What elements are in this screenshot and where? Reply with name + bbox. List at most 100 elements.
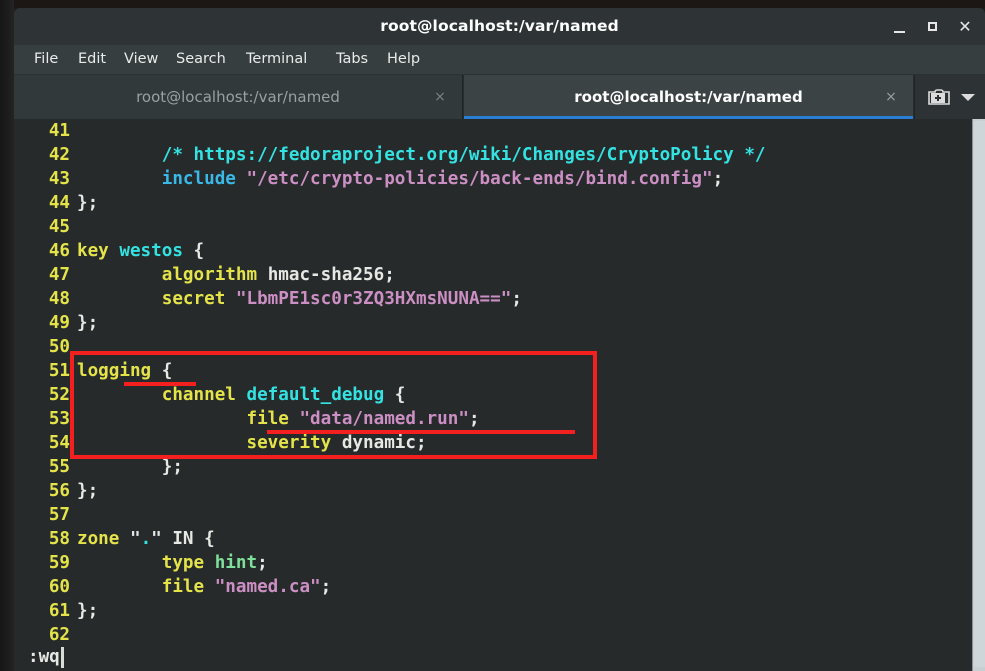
line-number: 57 <box>48 505 70 525</box>
editor-line: 53 file "data/named.run"; <box>14 407 972 431</box>
line-content: secret "LbmPE1sc0r3ZQ3HXmsNUNA=="; <box>77 287 522 311</box>
code-token: { <box>182 241 205 261</box>
line-content: include "/etc/crypto-policies/back-ends/… <box>77 167 723 191</box>
code-token: }; <box>161 457 183 477</box>
caret-down-glyph <box>961 94 975 101</box>
line-number: 56 <box>48 481 70 501</box>
line-content: severity dynamic; <box>77 431 426 455</box>
line-content: }; <box>77 191 98 215</box>
code-token: ; <box>257 553 268 573</box>
code-token: { <box>151 361 173 381</box>
code-token: "named.ca" <box>214 577 321 597</box>
window-title: root@localhost:/var/named <box>380 17 619 35</box>
line-number: 58 <box>48 529 70 549</box>
minimize-icon <box>893 31 905 33</box>
tab-inactive-0[interactable]: root@localhost:/var/named × <box>14 75 463 119</box>
menu-help[interactable]: Help <box>380 45 427 74</box>
code-token: severity <box>246 433 342 453</box>
code-token: ; <box>712 169 724 189</box>
code-token: key <box>77 241 120 261</box>
line-number: 55 <box>48 457 70 477</box>
tab-label: root@localhost:/var/named <box>574 88 803 106</box>
window-shadow-left <box>0 0 14 671</box>
line-content: type hint; <box>77 551 268 575</box>
line-content: /* https://fedoraproject.org/wiki/Change… <box>77 143 766 167</box>
new-tab-icon[interactable] <box>925 85 951 109</box>
line-number: 44 <box>48 193 70 213</box>
editor-line: 60 file "named.ca"; <box>14 575 972 599</box>
code-token: file <box>246 409 300 429</box>
editor-line: 57 <box>14 503 972 527</box>
tab-active-1[interactable]: root@localhost:/var/named × <box>464 75 913 119</box>
tab-close-icon[interactable]: × <box>883 89 899 105</box>
line-content: logging { <box>77 359 172 383</box>
line-number: 42 <box>48 145 70 165</box>
menubar: File Edit View Search Terminal Tabs Help <box>14 45 985 75</box>
menu-terminal[interactable]: Terminal <box>239 45 314 74</box>
scrollbar-thumb[interactable] <box>974 121 985 667</box>
minimize-button[interactable] <box>889 17 909 37</box>
line-number: 43 <box>48 169 70 189</box>
editor-line: 47 algorithm hmac-sha256; <box>14 263 972 287</box>
code-token: . <box>140 529 152 549</box>
line-number: 54 <box>48 433 70 453</box>
editor-line: 46 key westos { <box>14 239 972 263</box>
code-token: ; <box>468 409 480 429</box>
annotation-underline-secret <box>267 430 575 434</box>
line-content: }; <box>77 479 98 503</box>
code-token: }; <box>77 193 99 213</box>
menu-edit[interactable]: Edit <box>71 45 113 74</box>
line-number: 45 <box>48 217 70 237</box>
window-titlebar[interactable]: root@localhost:/var/named ✕ <box>14 8 985 45</box>
terminal-window: root@localhost:/var/named ✕ File Edit Vi… <box>0 0 985 671</box>
line-content: algorithm hmac-sha256; <box>77 263 395 287</box>
line-content: zone "." IN { <box>77 527 215 551</box>
line-number: 46 <box>48 241 70 261</box>
line-content: channel default_debug { <box>77 383 406 407</box>
editor-line: 59 type hint; <box>14 551 972 575</box>
line-number: 52 <box>48 385 70 405</box>
vim-editor[interactable]: 41 42 /* https://fedoraproject.org/wiki/C… <box>14 119 972 671</box>
menu-file[interactable]: File <box>27 45 65 74</box>
code-token: ; <box>511 289 522 309</box>
window-shadow-top <box>0 0 985 8</box>
editor-line: 49}; <box>14 311 972 335</box>
menu-view[interactable]: View <box>117 45 165 74</box>
code-token: default_debug <box>246 385 385 405</box>
code-token: ; <box>320 577 332 597</box>
code-token: channel <box>161 385 247 405</box>
line-number: 41 <box>48 121 70 141</box>
terminal-scrollbar[interactable] <box>972 119 985 671</box>
code-token: file <box>161 577 215 597</box>
code-token: " <box>151 529 162 549</box>
code-token: { <box>384 385 406 405</box>
code-token: }; <box>77 601 99 621</box>
code-token: secret <box>161 289 236 309</box>
maximize-button[interactable] <box>922 17 942 37</box>
line-number: 49 <box>48 313 70 333</box>
line-content: file "named.ca"; <box>77 575 332 599</box>
editor-line: 50 <box>14 335 972 359</box>
editor-line: 61}; <box>14 599 972 623</box>
close-button[interactable]: ✕ <box>955 17 975 37</box>
menu-search[interactable]: Search <box>169 45 233 74</box>
editor-line: 41 <box>14 119 972 143</box>
code-token: }; <box>77 313 99 333</box>
tab-close-icon[interactable]: × <box>432 89 448 105</box>
code-token: hmac-sha256; <box>267 265 395 285</box>
line-content: file "data/named.run"; <box>77 407 480 431</box>
vim-command-text: :wq <box>28 647 60 667</box>
terminal-content[interactable]: 41 42 /* https://fedoraproject.org/wiki/C… <box>14 119 985 671</box>
code-token: zone <box>77 529 130 549</box>
code-token: include <box>161 169 247 189</box>
chevron-down-icon[interactable] <box>959 89 977 105</box>
menu-tabs[interactable]: Tabs <box>329 45 375 74</box>
